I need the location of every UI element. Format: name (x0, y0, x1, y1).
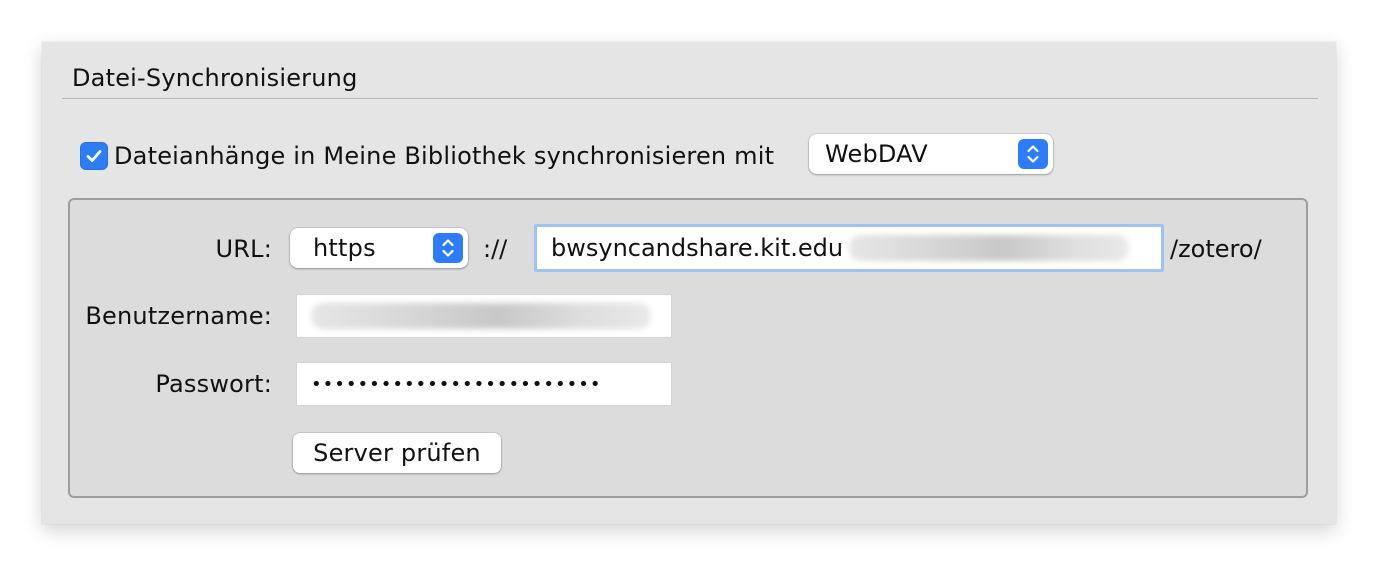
updown-chevron-icon (1018, 139, 1048, 169)
url-scheme-value: https (313, 234, 376, 262)
sync-method-select[interactable]: WebDAV (809, 134, 1053, 174)
url-input-value: bwsyncandshare.kit.edu (551, 234, 844, 262)
sync-checkbox[interactable] (80, 142, 108, 170)
section-title: Datei-Synchronisierung (72, 64, 358, 92)
checkmark-icon (86, 150, 102, 162)
sync-label: Dateianhänge in Meine Bibliothek synchro… (114, 142, 775, 170)
sync-row: Dateianhänge in Meine Bibliothek synchro… (80, 137, 774, 175)
url-scheme-separator: :// (483, 235, 508, 263)
webdav-settings-box: URL: https :// bwsyncandshare.kit.edu /z… (68, 198, 1308, 498)
section-divider (62, 98, 1318, 99)
url-input[interactable]: bwsyncandshare.kit.edu (534, 224, 1164, 272)
updown-chevron-icon (433, 233, 463, 263)
preferences-pane: Datei-Synchronisierung Dateianhänge in M… (42, 42, 1336, 524)
username-label: Benutzername: (85, 302, 272, 330)
url-suffix: /zotero/ (1170, 235, 1262, 263)
password-value: ••••••••••••••••••••••••• (311, 373, 602, 395)
redacted-text (311, 303, 651, 329)
password-label: Passwort: (155, 370, 272, 398)
sync-method-value: WebDAV (825, 140, 928, 168)
verify-server-button[interactable]: Server prüfen (293, 433, 501, 473)
url-label: URL: (215, 235, 272, 263)
url-scheme-select[interactable]: https (290, 228, 468, 268)
password-input[interactable]: ••••••••••••••••••••••••• (296, 362, 672, 406)
username-input[interactable] (296, 294, 672, 338)
redacted-text (849, 235, 1130, 261)
